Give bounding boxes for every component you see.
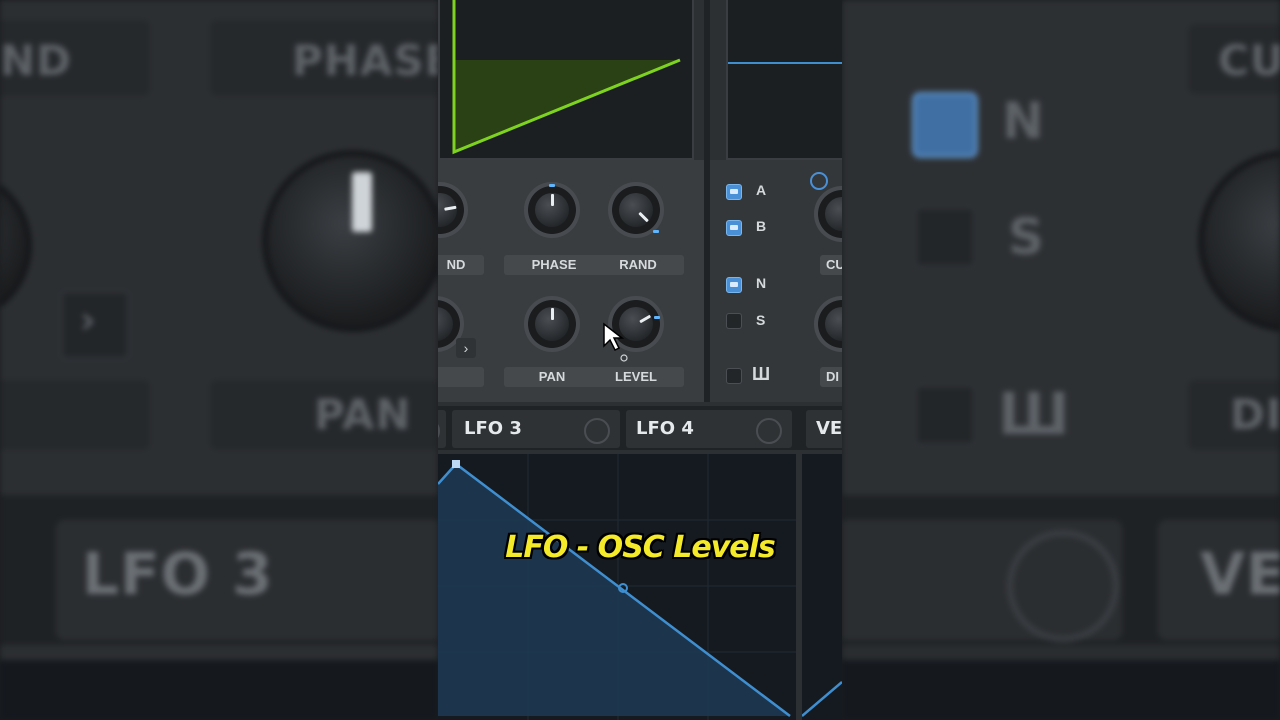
rand-knob[interactable]: [608, 182, 664, 238]
route-s-label: S: [756, 312, 766, 328]
bg-check-label-s: S: [1008, 208, 1046, 266]
drive-label: DI: [820, 367, 842, 387]
bg-tab-lfo3: LFO 3: [82, 540, 274, 608]
route-a-label: A: [756, 182, 767, 198]
tab-lfo3[interactable]: LFO 3: [452, 410, 620, 448]
tab-vel[interactable]: VEL: [806, 410, 842, 448]
lfo-graph[interactable]: [438, 454, 796, 720]
noise-controls: A B N S Ш CU DI: [710, 160, 842, 402]
bg-check-keys: [914, 384, 976, 446]
video-caption: LFO - OSC Levels: [505, 530, 776, 565]
tab-partial[interactable]: [438, 410, 446, 448]
route-n-label: N: [756, 275, 767, 291]
blend-label: ND: [438, 255, 484, 275]
lfo-node[interactable]: [452, 460, 460, 468]
background-right-zoom: N S Ш CU DI VEL: [842, 0, 1280, 720]
pan-knob[interactable]: [524, 296, 580, 352]
bg-label-panel: [0, 380, 150, 450]
bg-label-nd: ND: [0, 36, 73, 85]
bg-check-n: [912, 92, 978, 158]
bg-tab-vel: VEL: [1200, 540, 1280, 608]
bg-knob: [0, 170, 32, 322]
route-s-checkbox[interactable]: [726, 313, 742, 329]
bg-label-phase: PHASE: [292, 36, 438, 85]
bg-arrow: ›: [80, 298, 97, 342]
bg-graph: [0, 660, 438, 720]
bg-graph: [842, 660, 1280, 720]
bg-label-cu: CU: [1218, 36, 1280, 85]
bg-keys-icon: Ш: [998, 380, 1071, 448]
noise-line: [728, 62, 842, 64]
phase-label: PHASE: [531, 257, 577, 272]
cutoff-knob[interactable]: [814, 186, 842, 242]
bg-knob: [262, 150, 438, 332]
lfo3-ring-icon: [584, 418, 610, 444]
pan-label: PAN: [538, 369, 566, 384]
lfo4-ring-icon: [756, 418, 782, 444]
waveform-display[interactable]: [438, 0, 694, 160]
cutoff-label: CU: [820, 255, 842, 275]
blend-knob[interactable]: [438, 182, 468, 238]
vel-shape: [801, 681, 842, 717]
keytrack-checkbox[interactable]: [726, 368, 742, 384]
tab-lfo4-label: LFO 4: [636, 418, 694, 439]
drive-knob[interactable]: [814, 296, 842, 352]
noise-display[interactable]: [726, 0, 842, 160]
mouse-cursor-icon: [603, 322, 628, 362]
bg-knob-pointer: [352, 172, 372, 232]
bg-label-di: DI: [1230, 390, 1280, 439]
route-a-checkbox[interactable]: [726, 184, 742, 200]
vel-graph[interactable]: [801, 454, 842, 720]
power-icon[interactable]: [810, 172, 828, 190]
piano-keys-icon: Ш: [752, 364, 771, 384]
route-n-checkbox[interactable]: [726, 277, 742, 293]
route-b-label: B: [756, 218, 767, 234]
lfo-tabbar: LFO 3 LFO 4 VEL: [438, 406, 842, 450]
tab-lfo3-label: LFO 3: [464, 418, 522, 439]
bg-check-s: [914, 206, 976, 268]
rand-label: RAND: [619, 257, 657, 272]
waveform-graph: [452, 0, 681, 155]
bg-label-pan: PAN: [314, 390, 412, 439]
bg-tab-ring: [1007, 530, 1119, 642]
unison-label-bar: [438, 367, 484, 387]
background-left-zoom: ND PHASE › PAN LFO 3: [0, 0, 438, 720]
lfo-shape: [438, 454, 796, 720]
arrow-right-button[interactable]: ›: [456, 338, 476, 358]
phase-knob[interactable]: [524, 182, 580, 238]
tab-lfo4[interactable]: LFO 4: [626, 410, 792, 448]
route-b-checkbox[interactable]: [726, 220, 742, 236]
bg-check-label-n: N: [1002, 92, 1045, 150]
tab-vel-label: VEL: [816, 418, 842, 439]
synth-panel: ND PHASE RAND › PAN LEVEL A B N S Ш CU D…: [438, 0, 842, 720]
level-label: LEVEL: [615, 369, 657, 384]
osc-controls: ND PHASE RAND › PAN LEVEL: [438, 160, 704, 402]
